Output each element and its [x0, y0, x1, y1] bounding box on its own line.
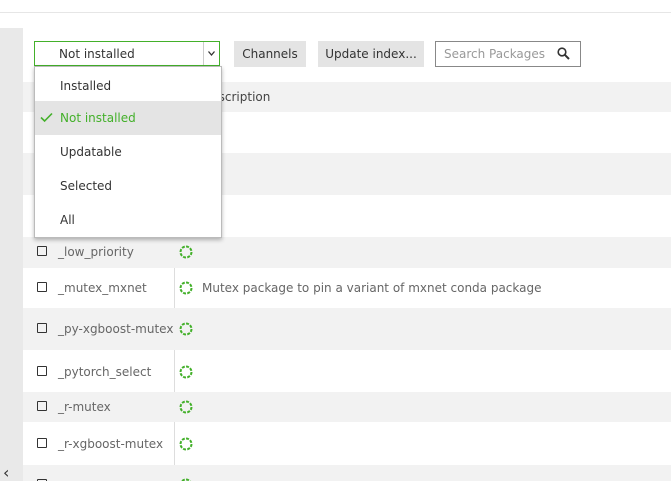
filter-option-selected[interactable]: Selected: [35, 169, 221, 203]
package-checkbox[interactable]: [37, 282, 47, 292]
package-name: _py-xgboost-mutex: [58, 322, 174, 336]
search-icon[interactable]: [557, 47, 570, 60]
filter-option-label: All: [60, 213, 75, 227]
chevron-left-icon[interactable]: ‹: [3, 465, 9, 481]
filter-dropdown-menu: Installed Not installed Updatable Select…: [34, 66, 222, 238]
package-name: _mutex_mxnet: [58, 281, 147, 295]
package-checkbox[interactable]: [37, 438, 47, 448]
chevron-down-icon: [208, 51, 215, 56]
table-row[interactable]: _py-xgboost-mutex: [23, 308, 671, 350]
filter-option-label: Selected: [60, 179, 113, 193]
package-checkbox[interactable]: [37, 323, 47, 333]
table-row[interactable]: _mutex_mxnet Mutex package to pin a vari…: [23, 268, 671, 308]
filter-option-label: Installed: [60, 79, 112, 93]
package-status-icon[interactable]: [179, 245, 193, 259]
left-sidebar: ‹: [0, 28, 23, 481]
package-status-icon[interactable]: [179, 400, 193, 414]
table-row[interactable]: _pytorch_select: [23, 350, 671, 392]
search-packages-box[interactable]: [435, 41, 581, 67]
package-name: _pytorch_select: [58, 365, 152, 379]
package-checkbox[interactable]: [37, 401, 47, 411]
package-name: _low_priority: [58, 245, 134, 259]
update-index-button[interactable]: Update index...: [318, 41, 424, 67]
filter-option-installed[interactable]: Installed: [35, 69, 221, 103]
filter-selected-value: Not installed: [59, 47, 135, 61]
check-icon: [40, 112, 53, 123]
filter-option-all[interactable]: All: [35, 203, 221, 237]
package-status-icon[interactable]: [179, 322, 193, 336]
package-status-icon[interactable]: [179, 365, 193, 379]
table-row[interactable]: _r-xgboost-mutex: [23, 422, 671, 465]
filter-option-updatable[interactable]: Updatable: [35, 135, 221, 169]
search-packages-input[interactable]: [436, 42, 562, 66]
table-row[interactable]: _r-mutex: [23, 392, 671, 422]
top-bar: [0, 0, 671, 13]
package-checkbox[interactable]: [37, 366, 47, 376]
package-status-icon[interactable]: [179, 281, 193, 295]
package-name: _r-xgboost-mutex: [58, 437, 164, 451]
table-row[interactable]: _low_priority: [23, 237, 671, 268]
filter-option-label: Updatable: [60, 145, 122, 159]
package-filter-select[interactable]: Not installed: [34, 41, 220, 66]
package-description: Mutex package to pin a variant of mxnet …: [202, 281, 542, 295]
table-row[interactable]: [23, 465, 671, 481]
filter-option-label: Not installed: [60, 111, 136, 125]
package-checkbox[interactable]: [37, 246, 47, 256]
package-name: _r-mutex: [58, 400, 111, 414]
filter-dropdown-toggle[interactable]: [203, 42, 219, 65]
channels-button[interactable]: Channels: [234, 41, 306, 67]
package-status-icon[interactable]: [179, 437, 193, 451]
filter-option-not-installed[interactable]: Not installed: [35, 101, 221, 135]
